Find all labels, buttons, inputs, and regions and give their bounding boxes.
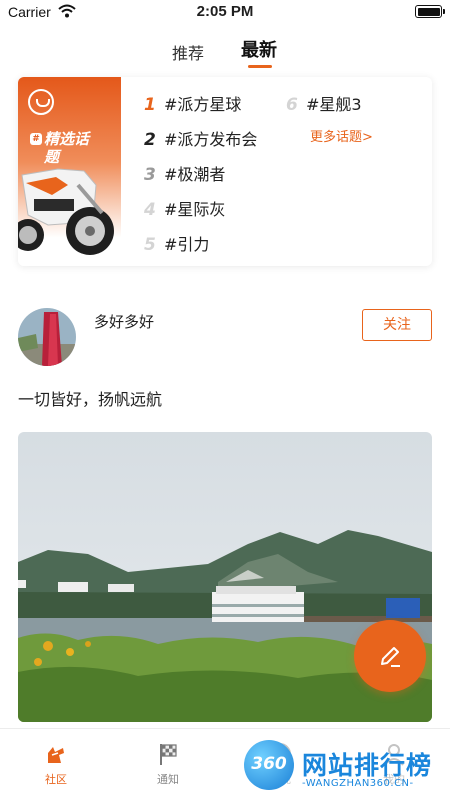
compose-button[interactable] <box>354 620 426 692</box>
topic-label: #极潮者 <box>164 165 226 184</box>
watermark-logo-icon: 360 <box>244 740 294 790</box>
nav-community[interactable]: 社区 <box>26 741 86 787</box>
tab-recommend[interactable]: 推荐 <box>172 40 204 64</box>
topic-item[interactable]: 2 #派方发布会 <box>144 126 257 150</box>
battery-icon <box>415 5 445 18</box>
topic-rank: 5 <box>144 235 156 255</box>
post-text: 一切皆好，扬帆远航 <box>18 390 163 409</box>
status-time: 2:05 PM <box>196 3 254 20</box>
topic-item[interactable]: 6 #星舰3 <box>286 91 362 115</box>
topic-item[interactable]: 3 #极潮者 <box>144 161 225 185</box>
topic-rank: 1 <box>144 95 156 115</box>
featured-topics-banner[interactable]: # 精选话题 <box>18 77 121 266</box>
topic-card: # 精选话题 1 #派方星球 2 #派方发布会 3 #极潮者 4 #星际灰 5 #引力 6… <box>18 77 432 266</box>
tab-latest[interactable]: 最新 <box>241 36 277 62</box>
watermark: 360 网站排行榜 -WANGZHAN360.CN- <box>240 740 450 800</box>
topic-label: #星舰3 <box>306 95 362 114</box>
status-bar: Carrier 2:05 PM <box>0 0 450 24</box>
banner-badge: # <box>30 133 42 145</box>
topic-rank: 4 <box>144 200 156 220</box>
nav-label: 通知 <box>157 773 179 786</box>
follow-button[interactable]: 关注 <box>362 309 432 341</box>
banner-title: 精选话题 <box>44 130 90 166</box>
topic-label: #派方发布会 <box>164 130 258 149</box>
community-icon <box>48 747 64 763</box>
avatar-image <box>18 308 76 366</box>
topic-item[interactable]: 1 #派方星球 <box>144 91 241 115</box>
pencil-icon <box>381 647 400 667</box>
watermark-title: 网站排行榜 <box>302 751 433 780</box>
topic-rank: 6 <box>286 95 298 115</box>
motorcycle-image <box>18 168 114 255</box>
more-topics-link[interactable]: 更多话题> <box>310 126 373 145</box>
topic-item[interactable]: 5 #引力 <box>144 231 209 255</box>
topic-rank: 2 <box>144 130 156 150</box>
active-tab-indicator <box>248 65 272 68</box>
author-name[interactable]: 多好多好 <box>94 311 154 332</box>
nav-label: 社区 <box>45 773 67 786</box>
topic-label: #引力 <box>164 235 210 254</box>
topic-item[interactable]: 4 #星际灰 <box>144 196 225 220</box>
watermark-url: -WANGZHAN360.CN- <box>302 778 414 789</box>
brand-logo-icon <box>28 89 54 115</box>
watermark-badge: 360 <box>251 754 287 774</box>
topic-label: #派方星球 <box>164 95 242 114</box>
topic-rank: 3 <box>144 165 156 185</box>
flag-icon <box>160 744 177 765</box>
topic-label: #星际灰 <box>164 200 226 219</box>
feed-tabs: 推荐 最新 <box>0 36 450 70</box>
avatar[interactable] <box>18 308 76 366</box>
nav-notification[interactable]: 通知 <box>138 741 198 787</box>
